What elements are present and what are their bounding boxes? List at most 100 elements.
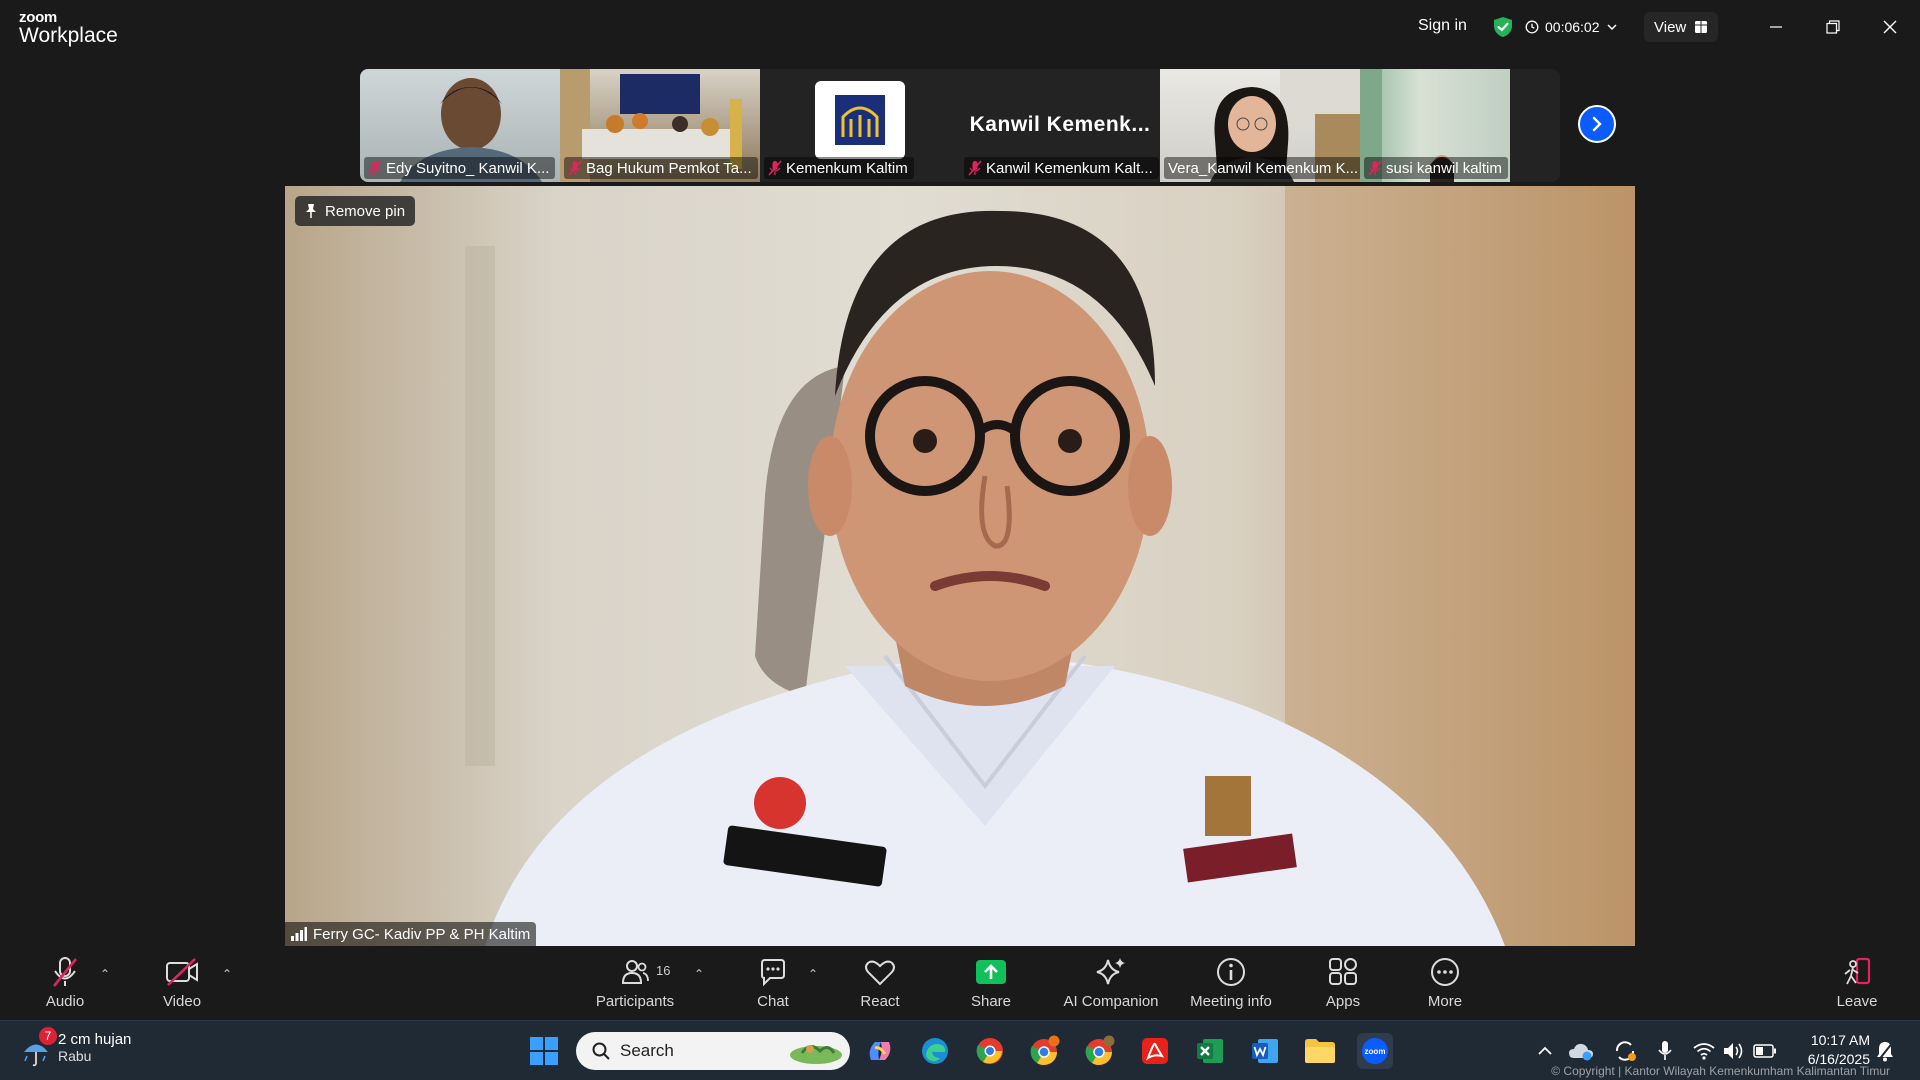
taskbar-word[interactable] [1247, 1033, 1283, 1069]
participant-name: Edy Suyitno_ Kanwil K... [386, 159, 550, 177]
taskbar-acrobat[interactable] [1137, 1033, 1173, 1069]
ai-companion-button[interactable]: AI Companion [1046, 955, 1176, 1010]
participant-name-label: susi kanwil kaltim [1364, 157, 1508, 179]
participants-count: 16 [656, 963, 671, 978]
meeting-info-label: Meeting info [1190, 993, 1272, 1010]
brand-small: zoom [19, 9, 57, 26]
signal-strength-icon [291, 927, 307, 941]
taskbar-chrome[interactable] [972, 1033, 1008, 1069]
word-icon [1252, 1039, 1278, 1063]
windows-logo-icon [530, 1037, 558, 1065]
copyright-watermark: © Copyright | Kantor Wilayah Kemenkumham… [1551, 1064, 1890, 1078]
audio-button[interactable]: Audio [20, 955, 110, 1010]
taskbar-file-explorer[interactable] [1302, 1033, 1338, 1069]
view-button[interactable]: View [1644, 12, 1719, 42]
participant-tile[interactable]: Kemenkum Kaltim [760, 69, 960, 182]
mic-muted-icon [568, 160, 582, 176]
apps-button[interactable]: Apps [1298, 955, 1388, 1010]
emblem-icon [835, 95, 885, 145]
participant-tile[interactable]: Bag Hukum Pemkot Ta... [560, 69, 760, 182]
participant-name: susi kanwil kaltim [1386, 159, 1502, 177]
participant-name-label: Vera_Kanwil Kemenkum K... [1164, 157, 1360, 179]
encryption-shield-icon[interactable] [1492, 16, 1514, 38]
apps-label: Apps [1325, 993, 1361, 1010]
react-label: React [860, 993, 900, 1010]
taskbar-copilot[interactable] [862, 1033, 898, 1069]
taskbar-zoom[interactable]: zoom [1357, 1033, 1393, 1069]
start-button[interactable] [526, 1033, 562, 1069]
chrome-profile-icon [1030, 1035, 1060, 1066]
participant-tile[interactable]: susi kanwil kaltim [1360, 69, 1510, 182]
folder-icon [1305, 1039, 1335, 1063]
participant-name-label: Edy Suyitno_ Kanwil K... [364, 157, 556, 179]
title-bar: zoom Workplace Sign in 00:06:02 View [0, 0, 1920, 55]
taskbar-search[interactable]: Search [576, 1032, 850, 1070]
meeting-timer[interactable]: 00:06:02 [1525, 12, 1618, 42]
share-label: Share [970, 993, 1012, 1010]
minimize-button[interactable] [1761, 12, 1791, 42]
participants-options-caret[interactable]: ⌃ [694, 967, 704, 981]
more-button[interactable]: More [1400, 955, 1490, 1010]
taskbar-edge[interactable] [917, 1033, 953, 1069]
react-button[interactable]: React [835, 955, 925, 1010]
chrome-icon [976, 1038, 1003, 1064]
grid-view-icon [1695, 21, 1708, 33]
participants-label: Participants [595, 993, 675, 1010]
chat-icon [761, 959, 785, 987]
taskbar-chrome-profile-2[interactable] [1082, 1033, 1118, 1069]
video-button[interactable]: Video [137, 955, 227, 1010]
next-page-button[interactable] [1578, 105, 1616, 143]
view-label: View [1654, 18, 1687, 36]
battery-icon [1753, 1044, 1776, 1058]
participant-tile[interactable]: Kanwil Kemenk... Kanwil Kemenkum Kalt... [960, 69, 1160, 182]
video-options-caret[interactable]: ⌃ [222, 967, 232, 981]
chevron-right-icon [1592, 116, 1602, 132]
heart-icon [865, 960, 895, 986]
video-off-icon [166, 958, 198, 986]
audio-label: Audio [45, 993, 85, 1010]
mic-muted-icon [768, 160, 782, 176]
kemenkum-logo [815, 81, 905, 159]
weather-badge: 7 [39, 1027, 57, 1045]
pinned-video[interactable]: Remove pin Ferry GC- Kadiv PP & PH Kalti… [285, 186, 1635, 946]
close-icon [1883, 20, 1897, 34]
share-button[interactable]: Share [946, 955, 1036, 1010]
mic-muted-icon [368, 160, 382, 176]
meeting-stage: Edy Suyitno_ Kanwil K... Bag Hukum Pemko… [0, 55, 1920, 947]
sync-icon [1615, 1041, 1636, 1061]
zoom-app-icon: zoom [1362, 1038, 1388, 1064]
taskbar-chrome-profile[interactable] [1027, 1033, 1063, 1069]
speaker-volume-icon [1724, 1043, 1743, 1059]
sign-in-button[interactable]: Sign in [1404, 10, 1481, 42]
chevron-down-icon [1606, 24, 1617, 31]
remove-pin-button[interactable]: Remove pin [295, 196, 416, 226]
acrobat-icon [1142, 1038, 1168, 1064]
participant-tile[interactable]: Vera_Kanwil Kemenkum K... [1160, 69, 1360, 182]
chevron-up-icon [1538, 1046, 1552, 1055]
chat-button[interactable]: Chat [728, 955, 818, 1010]
leave-button[interactable]: Leave [1812, 955, 1902, 1010]
svg-text:zoom: zoom [1365, 1047, 1386, 1056]
meeting-info-button[interactable]: Meeting info [1171, 955, 1291, 1010]
restore-button[interactable] [1818, 12, 1848, 42]
taskbar-excel[interactable] [1192, 1033, 1228, 1069]
apps-icon [1329, 958, 1357, 985]
windows-taskbar: 7 2 cm hujan Rabu Search zoom 10:17 AM 6… [0, 1020, 1920, 1080]
participant-tile[interactable]: Edy Suyitno_ Kanwil K... [360, 69, 560, 182]
minimize-icon [1770, 26, 1782, 28]
edge-icon [922, 1038, 948, 1064]
chat-options-caret[interactable]: ⌃ [808, 967, 818, 981]
search-icon [592, 1042, 610, 1060]
weather-widget[interactable]: 7 2 cm hujan Rabu [22, 1027, 131, 1067]
audio-options-caret[interactable]: ⌃ [100, 967, 110, 981]
zoom-logo: zoom Workplace [19, 10, 118, 47]
chat-label: Chat [757, 993, 789, 1010]
participant-name-label: Bag Hukum Pemkot Ta... [564, 157, 758, 179]
pin-icon [306, 204, 316, 218]
speaker-name-label: Ferry GC- Kadiv PP & PH Kaltim [285, 922, 537, 946]
notification-bell-icon [1877, 1041, 1894, 1062]
close-button[interactable] [1875, 12, 1905, 42]
more-icon [1431, 958, 1459, 986]
participants-icon [621, 960, 649, 984]
leave-label: Leave [1836, 993, 1878, 1010]
